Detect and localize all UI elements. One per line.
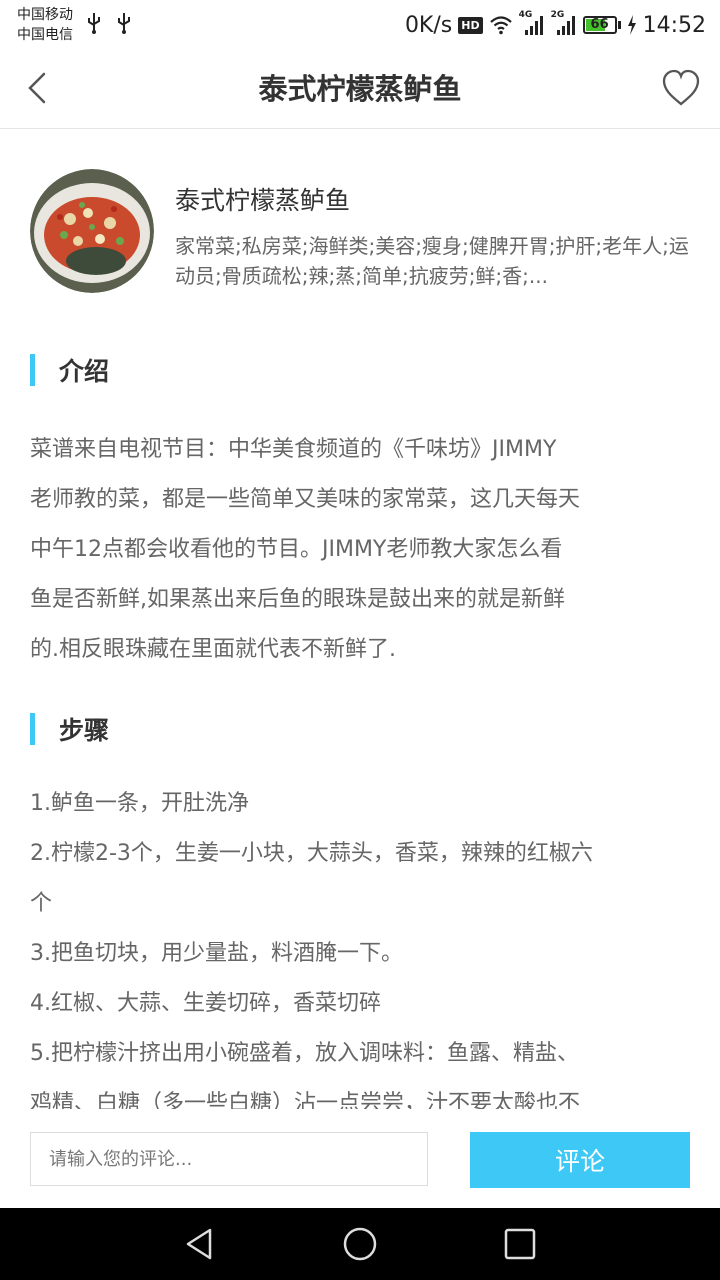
steps-section-title: 步骤 [30,712,109,746]
steps-heading: 步骤 [59,716,110,745]
hd-badge: HD [458,16,483,34]
wifi-icon [489,16,512,35]
intro-text: 菜谱来自电视节目：中华美食频道的《千味坊》JIMMY 老师教的菜，都是一些简单又… [30,425,695,675]
page-title: 泰式柠檬蒸鲈鱼 [258,72,462,106]
dish-header: 泰式柠檬蒸鲈鱼 家常菜;私房菜;海鲜类;美容;瘦身;健脾开胃;护肝;老年人;运动… [30,169,700,299]
step-line: 个 [30,891,53,916]
comment-bar: 评论 [0,1109,720,1208]
step-line: 1.鲈鱼一条，开肚洗净 [30,791,249,816]
steps-list: 1.鲈鱼一条，开肚洗净 2.柠檬2-3个，生姜一小块，大蒜头，香菜，辣辣的红椒六… [30,779,695,1109]
nav-home-icon[interactable] [342,1226,378,1262]
section-accent-bar [30,713,35,745]
dish-thumbnail [30,169,154,293]
carrier-2: 中国电信 [17,27,73,43]
usb-icon [118,13,130,34]
nav-recents-icon[interactable] [502,1226,538,1262]
battery-cap [617,21,621,29]
dish-name: 泰式柠檬蒸鲈鱼 [175,186,351,215]
battery-icon: 66 [582,16,617,34]
comment-input[interactable] [30,1132,428,1186]
step-line: 4.红椒、大蒜、生姜切碎，香菜切碎 [30,991,381,1016]
intro-heading: 介绍 [59,357,110,386]
step-line: 5.把柠檬汁挤出用小碗盛着，放入调味料：鱼露、精盐、 [30,1041,579,1066]
signal-2g-icon: 2G [551,10,577,36]
step-line: 鸡精、白糖（多一些白糖）沾一点尝尝，汁不要太酸也不 [30,1091,581,1109]
clock: 14:52 [642,12,706,38]
nav-back-icon[interactable] [182,1226,218,1262]
usb-icon [88,13,100,34]
recipe-content[interactable]: 泰式柠檬蒸鲈鱼 家常菜;私房菜;海鲜类;美容;瘦身;健脾开胃;护肝;老年人;运动… [0,129,720,1109]
signal-4g-icon: 4G [519,10,545,36]
favorite-button[interactable] [660,68,702,108]
charging-icon [627,15,636,35]
section-accent-bar [30,354,35,386]
carrier-1: 中国移动 [17,7,73,23]
app-header: 泰式柠檬蒸鲈鱼 [0,50,720,129]
intro-line: 鱼是否新鲜,如果蒸出来后鱼的眼珠是鼓出来的就是新鲜 [30,587,565,612]
intro-line: 的.相反眼珠藏在里面就代表不新鲜了. [30,637,396,662]
status-bar: 中国移动 中国电信 0K/s HD 4G 2G 66 14:52 [0,0,720,50]
intro-line: 中午12点都会收看他的节目。JIMMY老师教大家怎么看 [30,537,563,562]
step-line: 2.柠檬2-3个，生姜一小块，大蒜头，香菜，辣辣的红椒六 [30,841,593,866]
status-right: 0K/s HD 4G 2G 66 14:52 [405,8,706,42]
intro-section-title: 介绍 [30,353,109,387]
net-speed: 0K/s [404,12,453,38]
step-line: 3.把鱼切块，用少量盐，料酒腌一下。 [30,941,403,966]
carrier-info: 中国移动 中国电信 [17,5,73,45]
system-nav-bar [0,1208,720,1280]
intro-line: 菜谱来自电视节目：中华美食频道的《千味坊》JIMMY [30,437,557,462]
intro-line: 老师教的菜，都是一些简单又美味的家常菜，这几天每天 [30,487,581,512]
dish-tags: 家常菜;私房菜;海鲜类;美容;瘦身;健脾开胃;护肝;老年人;运动员;骨质疏松;辣… [175,234,689,288]
comment-submit-button[interactable]: 评论 [470,1132,690,1188]
battery-level: 66 [590,17,609,32]
